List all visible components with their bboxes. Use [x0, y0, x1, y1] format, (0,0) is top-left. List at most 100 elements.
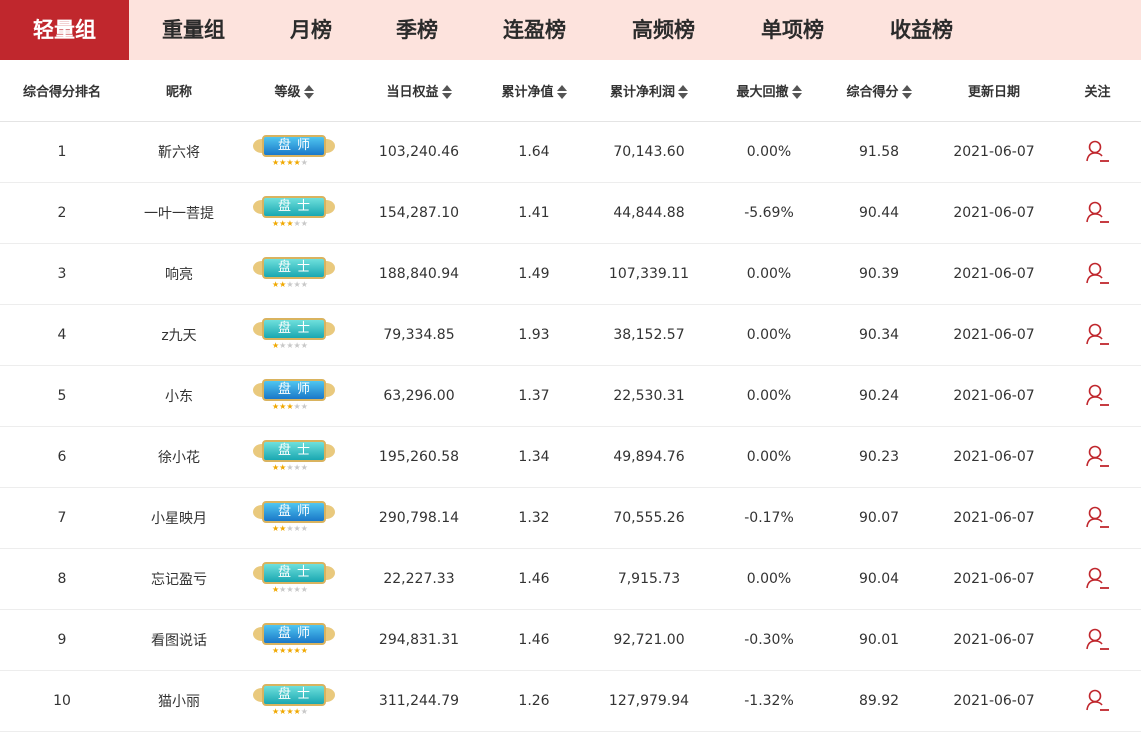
col-nav-header[interactable]: 累计净值: [484, 60, 584, 122]
daily-equity-cell: 103,240.46: [354, 121, 484, 183]
level-cell: 盘士 ★★★★★: [234, 548, 354, 610]
col-max-drawdown-header[interactable]: 最大回撤: [714, 60, 824, 122]
update-date-cell: 2021-06-07: [934, 365, 1054, 427]
star-icon: ★: [293, 157, 301, 167]
star-icon: ★: [300, 584, 308, 594]
column-header-label: 综合得分: [846, 84, 899, 100]
column-header-label: 关注: [1084, 84, 1111, 100]
tab-monthly[interactable]: 月榜: [258, 0, 364, 60]
score-cell: 90.34: [824, 304, 934, 366]
star-icon: ★: [300, 340, 308, 350]
star-icon: ★: [300, 645, 308, 655]
star-icon: ★: [286, 523, 294, 533]
user-follow-icon[interactable]: [1085, 627, 1111, 653]
sort-icon[interactable]: [303, 84, 314, 100]
level-stars: ★★★★★: [272, 707, 316, 717]
user-follow-icon[interactable]: [1085, 566, 1111, 592]
table-row: 2 一叶一菩提 盘士 ★★★★★ 154,287.10 1.41 44,844.88 -5.6…: [0, 182, 1141, 244]
star-icon: ★: [286, 706, 294, 716]
star-icon: ★: [293, 584, 301, 594]
level-stars: ★★★★★: [272, 219, 316, 229]
nickname-cell[interactable]: z九天: [124, 304, 234, 366]
star-icon: ★: [293, 523, 301, 533]
ranking-table: 综合得分排名 昵称 等级 当日权益 累计净值 累计净利润 最大回撤 综合得分 更新日期 关注 1靳…: [0, 60, 1141, 732]
col-net-profit-header[interactable]: 累计净利润: [584, 60, 714, 122]
nickname-cell[interactable]: 小星映月: [124, 487, 234, 549]
nickname-cell[interactable]: 猫小丽: [124, 670, 234, 732]
sort-icon[interactable]: [556, 84, 567, 100]
level-label: 盘士: [262, 683, 326, 706]
user-follow-icon[interactable]: [1085, 261, 1111, 287]
rank-cell: 5: [0, 365, 124, 427]
user-follow-icon[interactable]: [1085, 322, 1111, 348]
user-follow-icon[interactable]: [1085, 444, 1111, 470]
col-level-header[interactable]: 等级: [234, 60, 354, 122]
star-icon: ★: [300, 706, 308, 716]
user-follow-icon[interactable]: [1085, 688, 1111, 714]
tab-returns[interactable]: 收益榜: [857, 0, 986, 60]
col-rank-header: 综合得分排名: [0, 60, 124, 122]
rank-cell: 4: [0, 304, 124, 366]
daily-equity-cell: 79,334.85: [354, 304, 484, 366]
level-badge-icon: 盘士 ★★★★★: [253, 316, 335, 354]
net-profit-cell: 107,339.11: [584, 243, 714, 305]
net-profit-cell: 49,894.76: [584, 426, 714, 488]
level-cell: 盘师 ★★★★★: [234, 121, 354, 183]
tab-single-item[interactable]: 单项榜: [728, 0, 857, 60]
follow-cell: [1054, 121, 1141, 183]
level-cell: 盘士 ★★★★★: [234, 426, 354, 488]
nickname-cell[interactable]: 小东: [124, 365, 234, 427]
col-update-date-header: 更新日期: [934, 60, 1054, 122]
column-header-label: 综合得分排名: [22, 84, 101, 100]
sort-icon[interactable]: [678, 84, 688, 100]
rank-cell: 2: [0, 182, 124, 244]
sort-icon[interactable]: [791, 84, 802, 100]
level-badge-icon: 盘师 ★★★★★: [253, 133, 335, 171]
col-nickname-header: 昵称: [124, 60, 234, 122]
level-label: 盘士: [262, 561, 326, 584]
max-drawdown-cell: -1.32%: [714, 670, 824, 732]
user-follow-icon[interactable]: [1085, 200, 1111, 226]
follow-cell: [1054, 487, 1141, 549]
nav-cell: 1.37: [484, 365, 584, 427]
level-badge-icon: 盘士 ★★★★★: [253, 438, 335, 476]
rank-cell: 6: [0, 426, 124, 488]
nav-cell: 1.32: [484, 487, 584, 549]
nav-cell: 1.46: [484, 609, 584, 671]
daily-equity-cell: 195,260.58: [354, 426, 484, 488]
score-cell: 90.44: [824, 182, 934, 244]
sort-icon[interactable]: [441, 84, 452, 100]
user-follow-icon[interactable]: [1085, 383, 1111, 409]
col-daily-equity-header[interactable]: 当日权益: [354, 60, 484, 122]
level-badge-icon: 盘师 ★★★★★: [253, 499, 335, 537]
daily-equity-cell: 63,296.00: [354, 365, 484, 427]
nickname-cell[interactable]: 一叶一菩提: [124, 182, 234, 244]
tab-lightweight[interactable]: 轻量组: [0, 0, 129, 60]
rank-cell: 8: [0, 548, 124, 610]
tab-heavyweight[interactable]: 重量组: [129, 0, 258, 60]
max-drawdown-cell: 0.00%: [714, 548, 824, 610]
star-icon: ★: [293, 401, 301, 411]
user-follow-icon[interactable]: [1085, 139, 1111, 165]
nickname-cell[interactable]: 忘记盈亏: [124, 548, 234, 610]
tab-high-frequency[interactable]: 高频榜: [599, 0, 728, 60]
nickname-cell[interactable]: 看图说话: [124, 609, 234, 671]
nickname-cell[interactable]: 响亮: [124, 243, 234, 305]
nickname-cell[interactable]: 徐小花: [124, 426, 234, 488]
user-follow-icon[interactable]: [1085, 505, 1111, 531]
sort-icon[interactable]: [901, 84, 912, 100]
nickname-cell[interactable]: 靳六将: [124, 121, 234, 183]
rank-cell: 7: [0, 487, 124, 549]
level-label: 盘师: [262, 134, 326, 157]
level-stars: ★★★★★: [272, 585, 316, 595]
star-icon: ★: [286, 462, 294, 472]
update-date-cell: 2021-06-07: [934, 426, 1054, 488]
tab-win-streak[interactable]: 连盈榜: [470, 0, 599, 60]
level-label: 盘师: [262, 500, 326, 523]
update-date-cell: 2021-06-07: [934, 243, 1054, 305]
follow-cell: [1054, 182, 1141, 244]
nav-cell: 1.46: [484, 548, 584, 610]
level-label: 盘士: [262, 317, 326, 340]
col-score-header[interactable]: 综合得分: [824, 60, 934, 122]
tab-quarterly[interactable]: 季榜: [364, 0, 470, 60]
